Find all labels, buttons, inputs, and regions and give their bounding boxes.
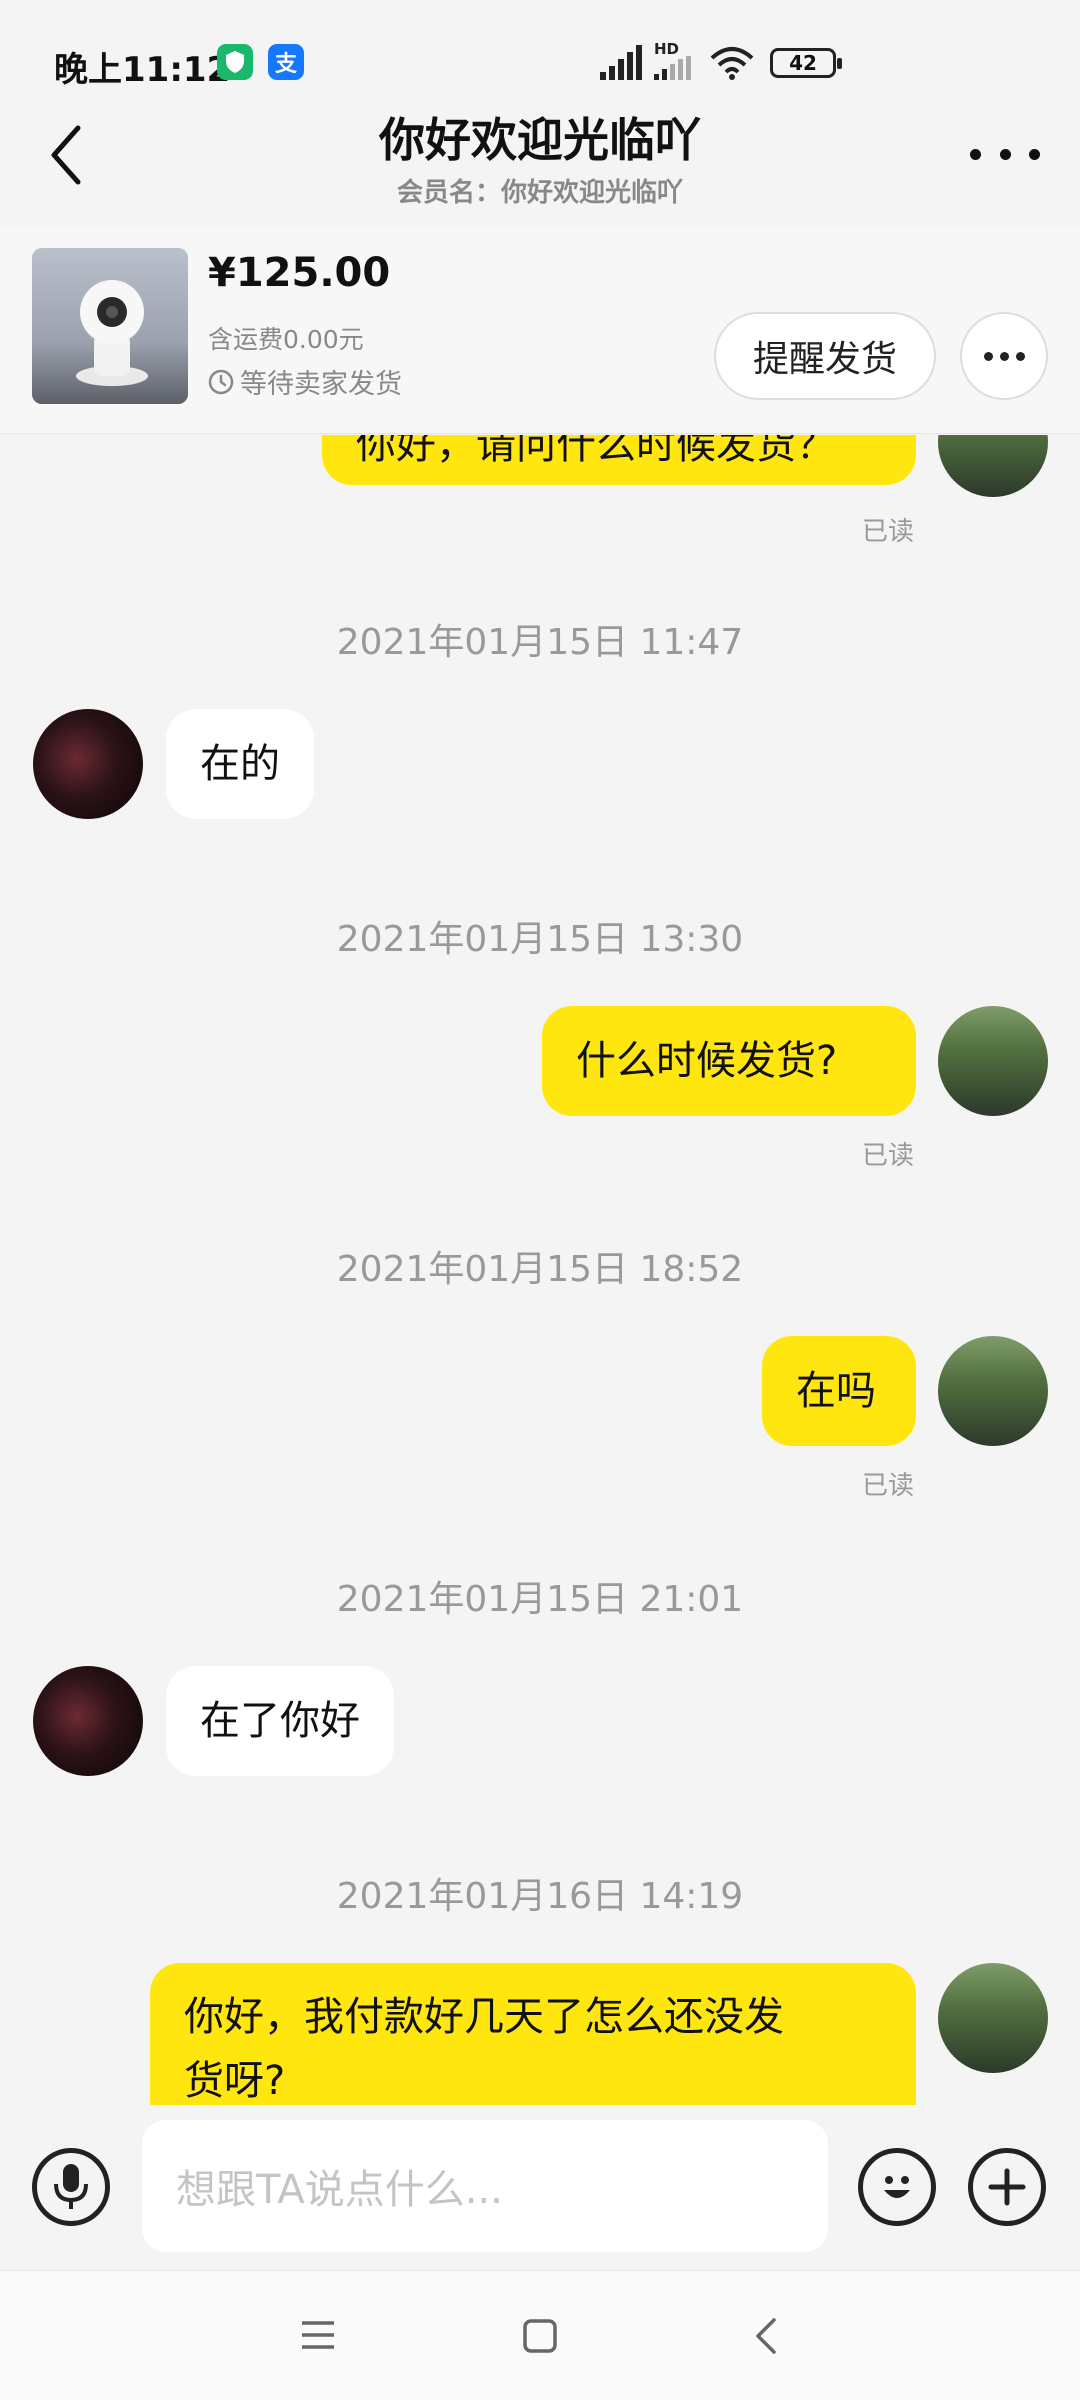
shipping-fee: 含运费0.00元 [208, 325, 364, 354]
product-more-button[interactable] [960, 312, 1048, 400]
message-text-line: 你好，我付款好几天了怎么还没发 [184, 1994, 784, 2040]
message-text: 在的 [200, 741, 280, 787]
message-timestamp: 2021年01月15日 13:30 [336, 919, 744, 960]
member-name: 会员名：你好欢迎光临吖 [396, 178, 683, 208]
message-text-line: 货呀? [184, 2058, 286, 2104]
seller-avatar[interactable] [33, 1666, 143, 1776]
read-receipt: 已读 [862, 1471, 915, 1501]
my-avatar[interactable] [938, 435, 1048, 497]
more-options-button[interactable] [970, 134, 1040, 174]
message-bubble-sent[interactable]: 什么时候发货? [542, 1006, 916, 1116]
order-status: 等待卖家发货 [208, 362, 402, 401]
message-timestamp: 2021年01月16日 14:19 [336, 1876, 744, 1917]
more-dots-icon [983, 351, 993, 361]
signal-secondary-icon [654, 56, 691, 80]
clock-icon [208, 369, 234, 394]
voice-button[interactable] [32, 2148, 110, 2226]
wifi-icon [710, 47, 754, 80]
status-time: 晚上11:12 [54, 50, 231, 90]
recent-apps-button[interactable] [298, 2318, 338, 2352]
message-bubble-sent[interactable]: 你好，我付款好几天了怎么还没发 货呀? [150, 1963, 916, 2105]
message-text: 你好，请问什么时候发货？ [356, 435, 836, 468]
plus-icon [988, 2168, 1026, 2206]
add-attachment-button[interactable] [968, 2148, 1046, 2226]
signal-icon [600, 45, 642, 80]
emoji-button[interactable] [858, 2148, 936, 2226]
message-timestamp: 2021年01月15日 18:52 [336, 1249, 744, 1290]
message-input[interactable]: 想跟TA说点什么... [142, 2120, 828, 2252]
alipay-icon: 支 [268, 44, 304, 80]
product-price: ¥125.00 [208, 250, 391, 296]
nav-back-button[interactable] [752, 2316, 780, 2356]
message-list[interactable]: 你好，请问什么时候发货？ 已读 2021年01月15日 11:47 在的 202… [0, 435, 1080, 2105]
message-text: 什么时候发货? [576, 1038, 838, 1084]
order-status-text: 等待卖家发货 [240, 369, 402, 400]
more-dots-icon [970, 148, 981, 160]
microphone-icon [54, 2164, 88, 2209]
read-receipt: 已读 [862, 517, 915, 547]
message-bubble-sent[interactable]: 在吗 [762, 1336, 916, 1446]
message-text: 在了你好 [200, 1698, 360, 1744]
message-bubble-sent[interactable]: 你好，请问什么时候发货？ [322, 435, 916, 485]
camera-product-image [32, 248, 188, 404]
message-text: 在吗 [796, 1368, 876, 1414]
my-avatar[interactable] [938, 1336, 1048, 1446]
shield-icon [217, 44, 253, 80]
product-thumbnail[interactable] [32, 248, 188, 404]
message-timestamp: 2021年01月15日 11:47 [336, 622, 744, 663]
battery-indicator: 42 [770, 48, 842, 78]
seller-avatar[interactable] [33, 709, 143, 819]
my-avatar[interactable] [938, 1963, 1048, 2073]
message-timestamp: 2021年01月15日 21:01 [336, 1579, 744, 1620]
message-bubble-received[interactable]: 在的 [166, 709, 314, 819]
message-bubble-received[interactable]: 在了你好 [166, 1666, 394, 1776]
remind-ship-button[interactable]: 提醒发货 [714, 312, 936, 400]
my-avatar[interactable] [938, 1006, 1048, 1116]
home-button[interactable] [522, 2318, 558, 2354]
read-receipt: 已读 [862, 1141, 915, 1171]
chat-title: 你好欢迎光临吖 [379, 113, 701, 167]
emoji-icon [884, 2176, 910, 2198]
